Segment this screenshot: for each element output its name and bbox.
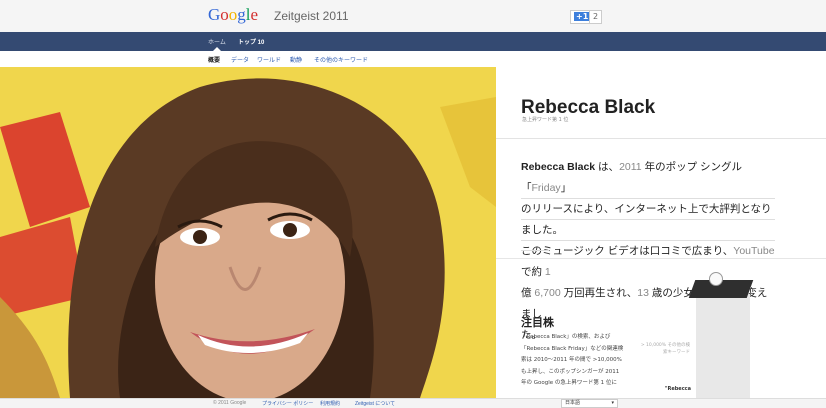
pillar-label: > 10,000% その他の検索キーワード bbox=[640, 343, 690, 355]
subnav-item-trends[interactable]: 動静 bbox=[290, 55, 302, 64]
plus-one-count: 2 bbox=[589, 10, 603, 24]
profile-rank: 急上昇ワード第 1 位 bbox=[522, 117, 569, 123]
logo-letter: g bbox=[237, 5, 246, 24]
description-line: Rebecca Black は、2011 年のポップ シングル「Friday」 bbox=[521, 161, 742, 194]
notable-line: 「Rebecca Black Friday」などの関連検 bbox=[521, 345, 624, 352]
divider bbox=[521, 240, 775, 241]
ball-icon bbox=[709, 272, 723, 286]
subnav-item-overview[interactable]: 概要 bbox=[208, 55, 220, 64]
logo-letter: o bbox=[220, 5, 229, 24]
subnav-item-world[interactable]: ワールド bbox=[257, 55, 281, 64]
logo-letter: e bbox=[250, 5, 259, 24]
notable-title: 注目株 bbox=[521, 317, 554, 329]
divider bbox=[496, 138, 826, 139]
notable-text: 「Rebecca Black」の検索、および 「Rebecca Black Fr… bbox=[521, 332, 629, 390]
nav-item-home[interactable]: ホーム bbox=[208, 37, 226, 46]
sub-nav: 概要 データ ワールド 動静 その他のキーワード bbox=[0, 51, 826, 68]
divider bbox=[496, 258, 826, 259]
subnav-item-more-keywords[interactable]: その他のキーワード bbox=[314, 55, 368, 64]
copyright: © 2011 Google bbox=[213, 400, 247, 406]
terms-link[interactable]: 利用規約 bbox=[320, 400, 340, 407]
description-line: のリリースにより、インターネット上で大評判となりました。 bbox=[521, 203, 772, 236]
plus-one-label: +1 bbox=[574, 12, 591, 21]
notable-line: 「Rebecca Black」の検索、および bbox=[521, 334, 611, 340]
main-nav: ホーム トップ 10 bbox=[0, 32, 826, 51]
divider bbox=[521, 198, 775, 199]
about-link[interactable]: Zeitgeist について bbox=[355, 400, 395, 407]
zeitgeist-title: Zeitgeist 2011 bbox=[274, 9, 349, 23]
chevron-down-icon: ▾ bbox=[611, 400, 614, 406]
profile-photo bbox=[0, 67, 496, 398]
notable-line: も上昇し、このポップシンガーが 2011 bbox=[521, 368, 620, 375]
privacy-link[interactable]: プライバシー ポリシー bbox=[262, 400, 313, 407]
subnav-item-data[interactable]: データ bbox=[231, 55, 249, 64]
language-value: 日本語 bbox=[565, 400, 581, 406]
notable-line: 年の Google の急上昇ワード第 1 位に bbox=[521, 380, 617, 386]
nav-item-top10[interactable]: トップ 10 bbox=[238, 37, 264, 46]
portrait-illustration bbox=[0, 67, 496, 398]
growth-pillar bbox=[696, 294, 750, 398]
logo-letter: o bbox=[228, 5, 238, 24]
top-bar: Google Zeitgeist 2011 +1 2 bbox=[0, 0, 826, 33]
logo-letter: G bbox=[208, 5, 221, 24]
notable-line: 索は 2010～2011 年の間で >10,000% bbox=[521, 357, 622, 363]
pillar-name: "Rebecca bbox=[664, 386, 691, 392]
divider bbox=[521, 250, 549, 251]
description-line: このミュージック ビデオは口コミで広まり、YouTube で約 1 bbox=[521, 245, 775, 278]
divider bbox=[521, 219, 775, 220]
google-logo[interactable]: Google bbox=[208, 5, 258, 25]
